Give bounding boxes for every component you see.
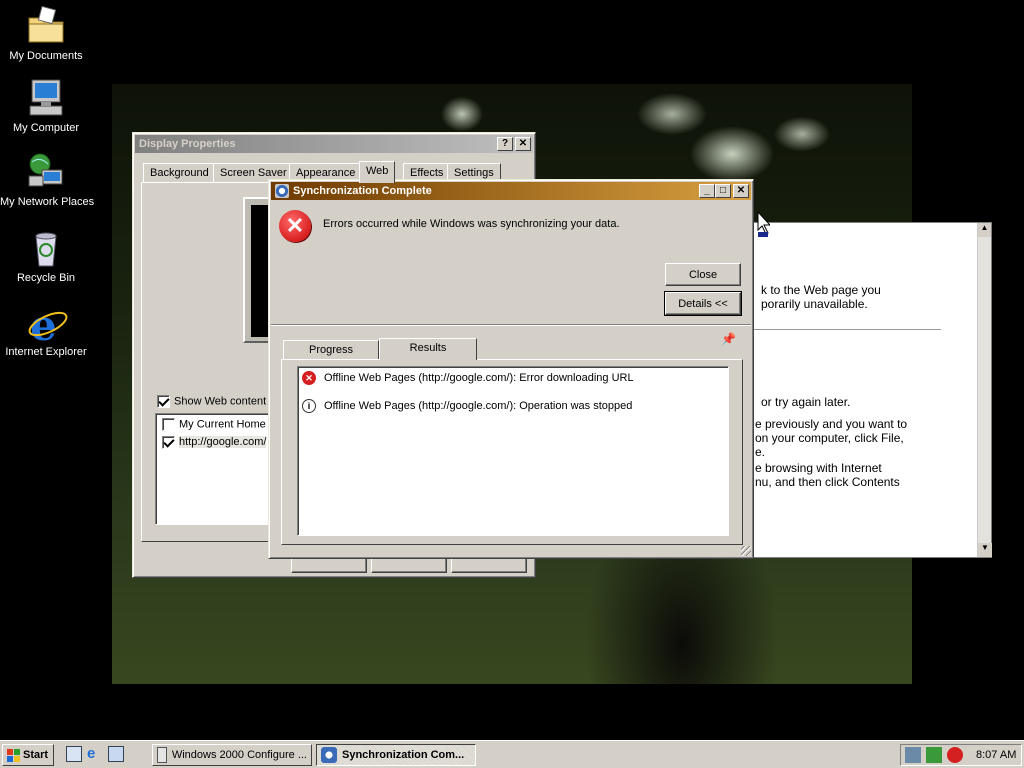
tab-progress[interactable]: Progress (283, 340, 379, 360)
start-button[interactable]: Start (2, 744, 54, 766)
results-list[interactable]: ✕ Offline Web Pages (http://google.com/)… (297, 366, 729, 536)
list-item[interactable]: ✕ Offline Web Pages (http://google.com/)… (302, 371, 634, 385)
scroll-up-arrow-icon[interactable]: ▲ (978, 223, 991, 237)
desktop-icon-label: Internet Explorer (5, 346, 87, 358)
sync-icon (321, 747, 337, 763)
checkbox-icon[interactable] (157, 395, 170, 408)
quick-launch: e (66, 746, 129, 762)
ie-text-line: or try again later. (761, 395, 851, 409)
checkbox-icon[interactable] (162, 418, 175, 431)
sync-titlebar[interactable]: Synchronization Complete _ □ ✕ (271, 182, 751, 200)
tab-background[interactable]: Background (143, 163, 216, 183)
system-tray: 8:07 AM (900, 744, 1022, 766)
result-text: Offline Web Pages (http://google.com/): … (324, 400, 633, 412)
window-title: Synchronization Complete (293, 185, 432, 197)
sync-app-icon (275, 184, 289, 198)
separator (271, 324, 751, 326)
list-item-label: http://google.com/ (179, 436, 267, 449)
ie-scrollbar[interactable]: ▲ ▼ (977, 223, 992, 557)
taskbar-button-synchronization[interactable]: Synchronization Com... (316, 744, 476, 766)
desktop-icon-label: My Network Places (0, 196, 95, 208)
close-button[interactable]: ✕ (733, 184, 749, 198)
mouse-cursor-icon (756, 210, 772, 237)
maximize-button[interactable]: □ (715, 184, 731, 198)
close-dialog-button[interactable]: Close (665, 263, 741, 286)
sync-error-message: Errors occurred while Windows was synchr… (323, 218, 620, 230)
desktop-icon-label: My Computer (12, 122, 80, 134)
desktop-icon-my-documents[interactable]: My Documents (0, 5, 92, 62)
ie-text-line: k to the Web page you (761, 283, 881, 297)
ie-text-line: porarily unavailable. (761, 297, 868, 311)
info-icon: i (302, 399, 316, 413)
ie-text-line: nu, and then click Contents (755, 475, 900, 489)
list-item[interactable]: My Current Home P (162, 418, 276, 431)
desktop-icon-label: My Documents (9, 50, 83, 62)
help-button[interactable]: ? (497, 137, 513, 151)
ie-divider (753, 329, 941, 330)
desktop-icon-recycle-bin[interactable]: Recycle Bin (0, 228, 92, 284)
recycle-bin-icon (26, 228, 66, 268)
list-item[interactable]: i Offline Web Pages (http://google.com/)… (302, 399, 632, 413)
list-item-label: My Current Home P (179, 418, 277, 431)
taskbar-button-label: Windows 2000 Configure ... (171, 749, 307, 761)
scroll-down-arrow-icon[interactable]: ▼ (978, 543, 992, 557)
synchronization-complete-window[interactable]: Synchronization Complete _ □ ✕ ✕ Errors … (268, 179, 754, 559)
window-title: Display Properties (139, 138, 236, 150)
show-web-content-label: Show Web content (174, 395, 267, 408)
windows-logo-icon (7, 748, 20, 762)
error-icon: ✕ (302, 371, 316, 385)
show-web-content-checkbox[interactable]: Show Web content (157, 395, 266, 408)
start-label: Start (23, 749, 49, 761)
ie-content-window: ▲ ▼ k to the Web page you porarily unava… (752, 222, 992, 558)
checkbox-icon[interactable] (162, 436, 175, 449)
taskbar-button-label: Synchronization Com... (342, 749, 465, 761)
sync-tray-icon[interactable] (926, 747, 942, 763)
ie-icon[interactable]: e (87, 746, 103, 762)
ie-text-line: on your computer, click File, (755, 431, 904, 445)
ie-text-line: e previously and you want to (755, 417, 908, 431)
details-button[interactable]: Details << (664, 291, 742, 316)
display-properties-titlebar[interactable]: Display Properties ? ✕ (135, 135, 533, 153)
desktop-icon[interactable] (66, 746, 82, 762)
taskbar: Start e Windows 2000 Configure ... Synch… (0, 740, 1024, 768)
desktop-icon-internet-explorer[interactable]: e Internet Explorer (0, 301, 92, 358)
pin-icon[interactable]: 📌 (721, 332, 736, 346)
close-button[interactable]: ✕ (515, 137, 531, 151)
outlook-icon[interactable] (108, 746, 124, 762)
error-icon: ✕ (279, 210, 311, 242)
resize-grip-icon[interactable] (741, 546, 751, 556)
minimize-button[interactable]: _ (699, 184, 715, 198)
tab-results[interactable]: Results (379, 338, 477, 360)
ie-icon: e (26, 301, 68, 350)
network-tray-icon[interactable] (905, 747, 921, 763)
desktop-icon-label: Recycle Bin (16, 272, 76, 284)
desktop-icon-my-network-places[interactable]: My Network Places (0, 152, 95, 208)
desktop-icon-my-computer[interactable]: My Computer (0, 78, 92, 134)
result-text: Offline Web Pages (http://google.com/): … (324, 372, 634, 384)
ie-text-line: e. (755, 445, 766, 459)
network-icon (26, 152, 66, 192)
window-icon (157, 747, 167, 763)
taskbar-button-windows-2000-configure[interactable]: Windows 2000 Configure ... (152, 744, 312, 766)
stop-tray-icon[interactable] (947, 747, 963, 763)
computer-icon (26, 78, 66, 118)
folder-icon (26, 5, 66, 46)
tab-web[interactable]: Web (359, 161, 396, 183)
clock[interactable]: 8:07 AM (976, 749, 1016, 761)
ie-text-line: e browsing with Internet (755, 461, 882, 475)
list-item[interactable]: http://google.com/ (162, 436, 282, 449)
